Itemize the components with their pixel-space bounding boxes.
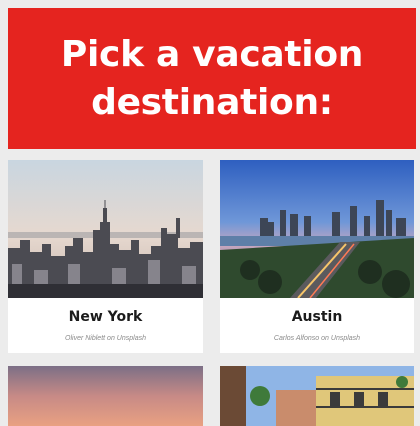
- sunset-photo: [8, 366, 203, 426]
- card-city-name: New York: [68, 309, 143, 325]
- destination-card-3[interactable]: [8, 366, 203, 426]
- credit-on: on: [107, 335, 115, 342]
- photo-credit: Oliver Niblett on Unsplash: [8, 335, 203, 342]
- page-title: Pick a vacation destination:: [60, 33, 364, 123]
- new-york-photo: [8, 160, 203, 298]
- credit-author: Carlos Alfonso: [273, 335, 320, 342]
- credit-source-link[interactable]: Unsplash: [331, 335, 360, 342]
- header-banner: Pick a vacation destination:: [8, 8, 416, 149]
- austin-photo: [220, 160, 414, 298]
- credit-source-link[interactable]: Unsplash: [117, 335, 146, 342]
- credit-on: on: [321, 335, 329, 342]
- credit-author: Oliver Niblett: [65, 335, 106, 342]
- destination-card-austin[interactable]: Austin Carlos Alfonso on Unsplash: [220, 160, 414, 353]
- destination-card-new-york[interactable]: New York Oliver Niblett on Unsplash: [8, 160, 203, 353]
- photo-credit: Carlos Alfonso on Unsplash: [220, 335, 414, 342]
- destination-card-4[interactable]: [220, 366, 414, 426]
- street-balconies-photo: [220, 366, 414, 426]
- card-city-name: Austin: [291, 309, 343, 325]
